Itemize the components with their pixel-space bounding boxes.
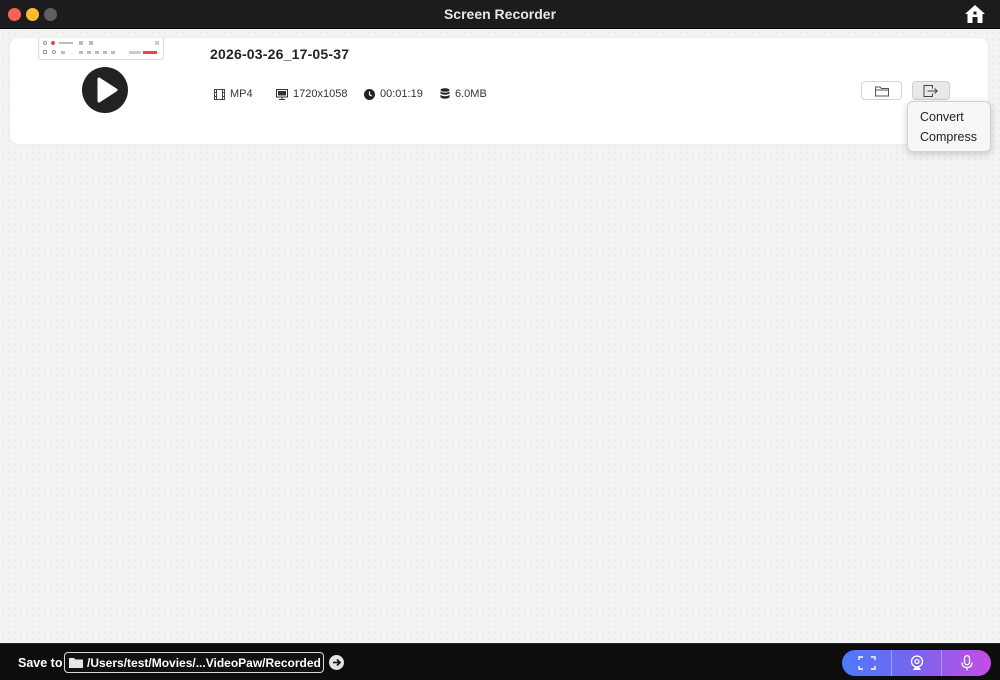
play-icon xyxy=(97,77,118,103)
thumbnail-preview xyxy=(38,38,164,60)
home-icon xyxy=(965,5,985,23)
size-value: 6.0MB xyxy=(455,88,487,100)
open-folder-button[interactable] xyxy=(861,81,902,100)
home-button[interactable] xyxy=(964,4,986,24)
menu-item-compress[interactable]: Compress xyxy=(920,130,977,144)
resolution-info: 1720x1058 xyxy=(276,87,347,101)
title-bar: Screen Recorder xyxy=(0,0,1000,29)
recordings-list: 2026-03-26_17-05-37 MP4 1720x1058 00:01:… xyxy=(0,30,1000,643)
export-dropdown-menu: Convert Compress xyxy=(907,101,991,152)
play-button[interactable] xyxy=(82,67,128,113)
film-icon xyxy=(214,88,225,100)
monitor-icon xyxy=(276,88,288,100)
save-path-text: /Users/test/Movies/...VideoPaw/Recorded xyxy=(87,656,321,670)
screen-record-button[interactable] xyxy=(842,650,891,676)
export-button[interactable] xyxy=(912,81,950,100)
fullscreen-icon xyxy=(857,656,876,670)
format-info: MP4 xyxy=(214,87,253,101)
recording-filename: 2026-03-26_17-05-37 xyxy=(210,46,350,62)
recording-item[interactable]: 2026-03-26_17-05-37 MP4 1720x1058 00:01:… xyxy=(10,38,988,144)
size-info: 6.0MB xyxy=(440,87,487,101)
arrow-right-icon xyxy=(333,658,342,667)
folder-icon xyxy=(874,86,889,96)
save-path-field[interactable]: /Users/test/Movies/...VideoPaw/Recorded xyxy=(64,652,324,673)
audio-record-button[interactable] xyxy=(941,650,991,676)
duration-info: 00:01:19 xyxy=(364,87,423,101)
webcam-icon xyxy=(910,655,923,670)
open-save-path-button[interactable] xyxy=(329,655,344,670)
thumbnail-tools-row xyxy=(43,50,159,56)
save-to-label: Save to xyxy=(18,656,63,670)
app-window: Screen Recorder 2026-03-26_17-05-37 MP4 … xyxy=(0,0,1000,680)
resolution-value: 1720x1058 xyxy=(293,88,348,100)
database-icon xyxy=(440,88,450,99)
duration-value: 00:01:19 xyxy=(380,88,423,100)
thumbnail-toolbar-row xyxy=(43,41,159,47)
microphone-icon xyxy=(960,655,973,671)
menu-item-convert[interactable]: Convert xyxy=(920,110,964,124)
clock-icon xyxy=(364,88,375,100)
record-mode-group xyxy=(842,650,991,676)
recording-thumbnail xyxy=(12,38,198,144)
export-icon xyxy=(923,84,939,97)
folder-icon xyxy=(69,658,83,668)
format-value: MP4 xyxy=(230,88,253,100)
window-title: Screen Recorder xyxy=(443,6,557,22)
bottom-bar: Save to /Users/test/Movies/...VideoPaw/R… xyxy=(0,643,1000,680)
webcam-record-button[interactable] xyxy=(891,650,941,676)
